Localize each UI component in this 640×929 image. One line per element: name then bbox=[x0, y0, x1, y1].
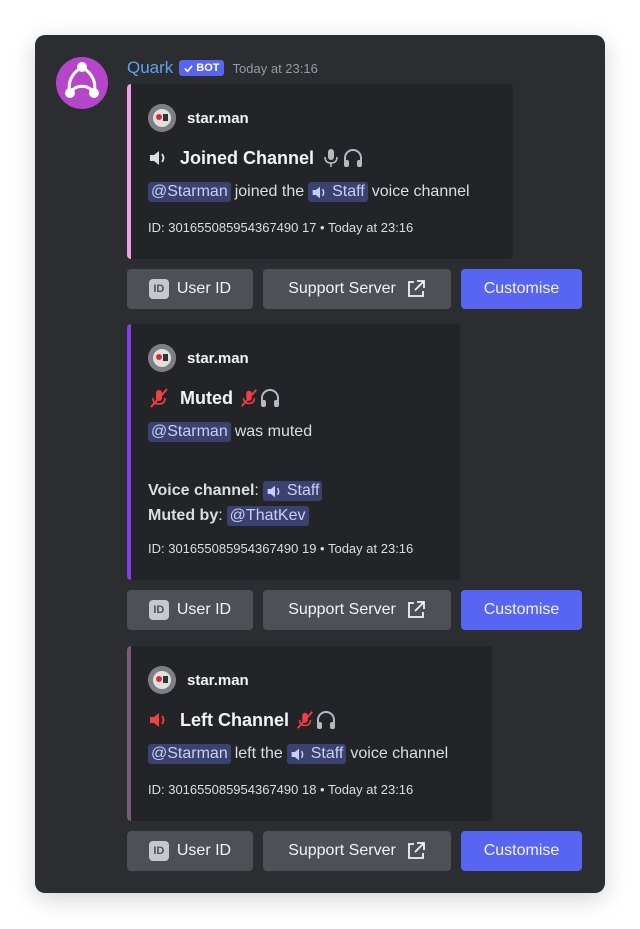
field-label: Muted by bbox=[148, 507, 219, 524]
embed-footer: ID: 301655085954367490 18 • Today at 23:… bbox=[148, 782, 414, 797]
voice-channel-field: Voice channel : Staff bbox=[148, 481, 323, 501]
embed-description: @Starman was muted bbox=[148, 422, 312, 442]
channel-name: Staff bbox=[286, 482, 320, 499]
button-row: ID User ID Support Server Customise bbox=[127, 831, 582, 871]
muted-microphone-icon bbox=[297, 711, 313, 729]
headphones-icon bbox=[344, 149, 363, 167]
user-id-label: User ID bbox=[176, 842, 232, 859]
channel-mention[interactable]: Staff bbox=[308, 182, 368, 202]
button-row: ID User ID Support Server Customise bbox=[127, 269, 582, 309]
speaker-icon bbox=[312, 186, 325, 198]
support-server-label: Support Server bbox=[288, 280, 396, 297]
user-id-button[interactable]: ID User ID bbox=[127, 590, 253, 630]
robot-avatar-icon bbox=[148, 104, 176, 132]
author-name[interactable]: star.man bbox=[187, 350, 249, 367]
field-separator: : bbox=[218, 507, 223, 524]
embed-author: star.man bbox=[148, 344, 249, 372]
user-id-label: User ID bbox=[176, 280, 232, 297]
embed-author: star.man bbox=[148, 104, 249, 132]
embed-description: @Starman left the Staff voice channel bbox=[148, 744, 448, 764]
checkmark-icon bbox=[184, 64, 194, 72]
muted-microphone-icon bbox=[241, 389, 257, 407]
headphones-icon bbox=[317, 711, 336, 729]
user-mention[interactable]: @ThatKev bbox=[226, 506, 309, 526]
embed-accent-bar bbox=[127, 324, 131, 580]
field-label: Voice channel bbox=[148, 482, 255, 499]
user-id-button[interactable]: ID User ID bbox=[127, 269, 253, 309]
author-name[interactable]: star.man bbox=[187, 672, 249, 689]
support-server-button[interactable]: Support Server bbox=[263, 269, 451, 309]
field-separator: : bbox=[254, 482, 259, 499]
embed-joined: star.man Joined Channel @Starman joined … bbox=[127, 84, 513, 259]
headphones-icon bbox=[261, 389, 279, 407]
microphone-icon bbox=[324, 149, 338, 167]
author-name[interactable]: star.man bbox=[187, 110, 249, 127]
embed-footer: ID: 301655085954367490 19 • Today at 23:… bbox=[148, 541, 414, 556]
embed-title: Muted bbox=[148, 387, 281, 409]
embed-left: star.man Left Channel @Starman left the … bbox=[127, 646, 492, 821]
description-text: was muted bbox=[234, 423, 313, 440]
embed-title-text: Joined Channel bbox=[180, 147, 315, 168]
user-mention[interactable]: @Starman bbox=[148, 182, 231, 202]
embed-footer: ID: 301655085954367490 17 • Today at 23:… bbox=[148, 220, 414, 235]
channel-mention[interactable]: Staff bbox=[286, 744, 347, 764]
channel-name: Staff bbox=[332, 183, 365, 200]
embed-description: @Starman joined the Staff voice channel bbox=[148, 182, 470, 202]
user-mention[interactable]: @Starman bbox=[148, 744, 231, 764]
speaker-red-icon bbox=[150, 713, 165, 727]
speaker-icon bbox=[267, 485, 280, 497]
support-server-button[interactable]: Support Server bbox=[263, 831, 451, 871]
button-row: ID User ID Support Server Customise bbox=[127, 590, 582, 630]
bot-username[interactable]: Quark bbox=[127, 58, 173, 78]
author-avatar[interactable] bbox=[148, 344, 176, 372]
embed-title-text: Muted bbox=[180, 387, 233, 408]
embed-accent-bar bbox=[127, 84, 131, 259]
robot-avatar-icon bbox=[148, 344, 176, 372]
embed-title: Left Channel bbox=[148, 709, 337, 731]
customise-button[interactable]: Customise bbox=[461, 831, 582, 871]
embed-accent-bar bbox=[127, 646, 131, 821]
description-text: voice channel bbox=[350, 745, 449, 762]
channel-name: Staff bbox=[310, 745, 344, 762]
user-id-label: User ID bbox=[176, 601, 232, 618]
external-link-icon bbox=[407, 842, 425, 859]
embed-title: Joined Channel bbox=[148, 147, 364, 169]
speaker-icon bbox=[291, 748, 304, 760]
support-server-label: Support Server bbox=[288, 601, 396, 618]
author-avatar[interactable] bbox=[148, 104, 176, 132]
message-header: Quark BOT Today at 23:16 bbox=[127, 56, 318, 80]
message-timestamp: Today at 23:16 bbox=[232, 60, 318, 76]
id-icon: ID bbox=[148, 841, 169, 861]
speaker-icon bbox=[150, 151, 165, 165]
description-text: left the bbox=[234, 745, 283, 762]
bot-tag-label: BOT bbox=[196, 62, 220, 74]
user-id-button[interactable]: ID User ID bbox=[127, 831, 253, 871]
external-link-icon bbox=[407, 601, 425, 618]
support-server-button[interactable]: Support Server bbox=[263, 590, 451, 630]
customise-button[interactable]: Customise bbox=[461, 590, 582, 630]
id-icon: ID bbox=[148, 279, 169, 299]
id-icon: ID bbox=[148, 600, 169, 620]
embed-title-text: Left Channel bbox=[180, 709, 290, 730]
bot-avatar[interactable] bbox=[56, 57, 108, 109]
author-avatar[interactable] bbox=[148, 666, 176, 694]
support-server-label: Support Server bbox=[288, 842, 396, 859]
robot-avatar-icon bbox=[148, 666, 176, 694]
muted-by-field: Muted by : @ThatKev bbox=[148, 506, 309, 526]
description-text: joined the bbox=[234, 183, 305, 200]
description-text: voice channel bbox=[371, 183, 470, 200]
external-link-icon bbox=[407, 280, 425, 297]
quark-logo-icon bbox=[65, 62, 99, 98]
user-mention[interactable]: @Starman bbox=[148, 422, 231, 442]
bot-tag: BOT bbox=[179, 60, 224, 76]
customise-button[interactable]: Customise bbox=[461, 269, 582, 309]
embed-muted: star.man Muted @Starman was muted Voice … bbox=[127, 324, 460, 580]
muted-microphone-icon bbox=[150, 388, 168, 408]
embed-author: star.man bbox=[148, 666, 249, 694]
channel-mention[interactable]: Staff bbox=[262, 481, 323, 501]
